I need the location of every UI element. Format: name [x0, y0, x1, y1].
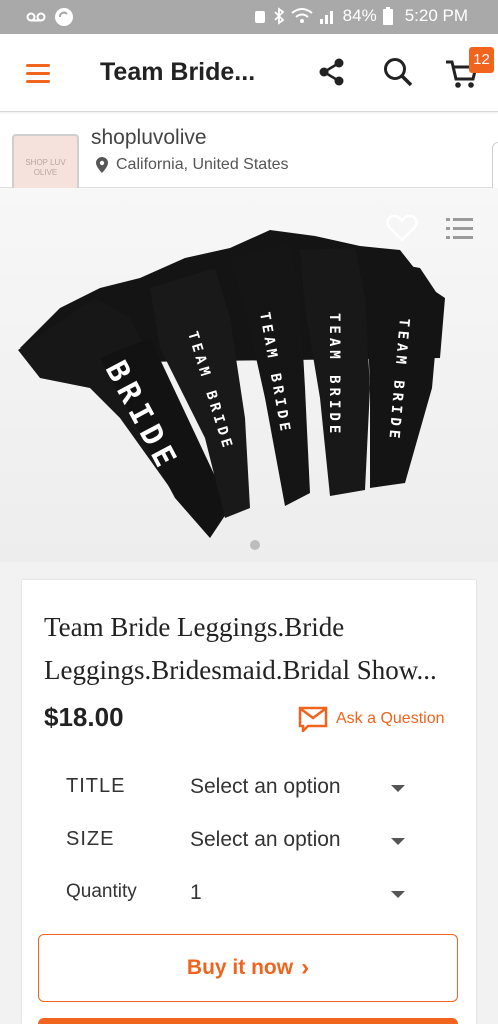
- product-price: $18.00: [44, 702, 124, 732]
- title-value[interactable]: Select an option: [190, 775, 341, 799]
- product-image[interactable]: BRIDE TEAM BRIDE TEAM BRIDE TEAM BRIDE T…: [0, 188, 498, 562]
- battery-icon: [382, 7, 393, 25]
- voicemail-icon: [26, 12, 46, 22]
- bluetooth-icon: [274, 7, 285, 25]
- status-right: 84% 5:20 PM: [253, 6, 468, 26]
- page-title: Team Bride...: [100, 58, 256, 86]
- title-select[interactable]: TITLE Select an option: [66, 775, 416, 805]
- shop-name[interactable]: shopluvolive: [91, 126, 207, 150]
- search-button[interactable]: [382, 56, 414, 88]
- cart-count-badge: 12: [469, 47, 494, 73]
- heart-icon: [386, 214, 418, 242]
- mail-icon: [298, 706, 328, 732]
- wifi-icon: [291, 8, 313, 23]
- add-to-cart-button[interactable]: [38, 1018, 458, 1024]
- quantity-value[interactable]: 1: [190, 881, 202, 905]
- status-left-icons: [26, 7, 74, 27]
- carousel-indicator[interactable]: [250, 540, 260, 550]
- ask-question-label: Ask a Question: [336, 710, 445, 727]
- battery-percent: 84%: [342, 6, 377, 25]
- product-title: Team Bride Leggings.Bride Leggings.Bride…: [44, 612, 437, 685]
- favorite-button[interactable]: [386, 214, 418, 242]
- app-bar: Team Bride...: [0, 34, 498, 112]
- list-icon: [446, 218, 473, 239]
- shop-location-text: California, United States: [116, 156, 289, 173]
- sync-icon: [55, 8, 73, 26]
- buy-it-now-button[interactable]: Buy it now ›: [38, 934, 458, 1002]
- legging-text-4: TEAM BRIDE: [326, 313, 342, 437]
- shop-header[interactable]: SHOP LUV OLIVE shopluvolive California, …: [0, 122, 498, 201]
- search-icon: [384, 58, 413, 87]
- chevron-down-icon: [391, 838, 405, 845]
- title-label: TITLE: [66, 775, 126, 797]
- size-label: SIZE: [66, 828, 115, 850]
- quantity-select[interactable]: Quantity 1: [66, 881, 416, 911]
- share-button[interactable]: [316, 56, 348, 88]
- buy-it-now-label: Buy it now: [186, 956, 294, 979]
- share-icon: [319, 58, 344, 86]
- add-to-list-button[interactable]: [446, 216, 474, 242]
- status-bar: 84% 5:20 PM: [0, 0, 498, 34]
- alarm-icon: [254, 11, 265, 23]
- chevron-down-icon: [391, 785, 405, 792]
- quantity-label: Quantity: [66, 881, 137, 902]
- leggings-photo: BRIDE TEAM BRIDE TEAM BRIDE TEAM BRIDE T…: [0, 188, 498, 562]
- size-select[interactable]: SIZE Select an option: [66, 828, 416, 858]
- chevron-down-icon: [391, 891, 405, 898]
- signal-icon: [319, 11, 333, 24]
- ask-question-button[interactable]: Ask a Question: [298, 706, 445, 732]
- menu-button[interactable]: [24, 58, 54, 88]
- size-value[interactable]: Select an option: [190, 828, 341, 852]
- shop-location: California, United States: [96, 156, 289, 174]
- clock: 5:20 PM: [404, 6, 468, 25]
- chevron-right-icon: ›: [301, 954, 310, 981]
- location-pin-icon: [96, 157, 108, 173]
